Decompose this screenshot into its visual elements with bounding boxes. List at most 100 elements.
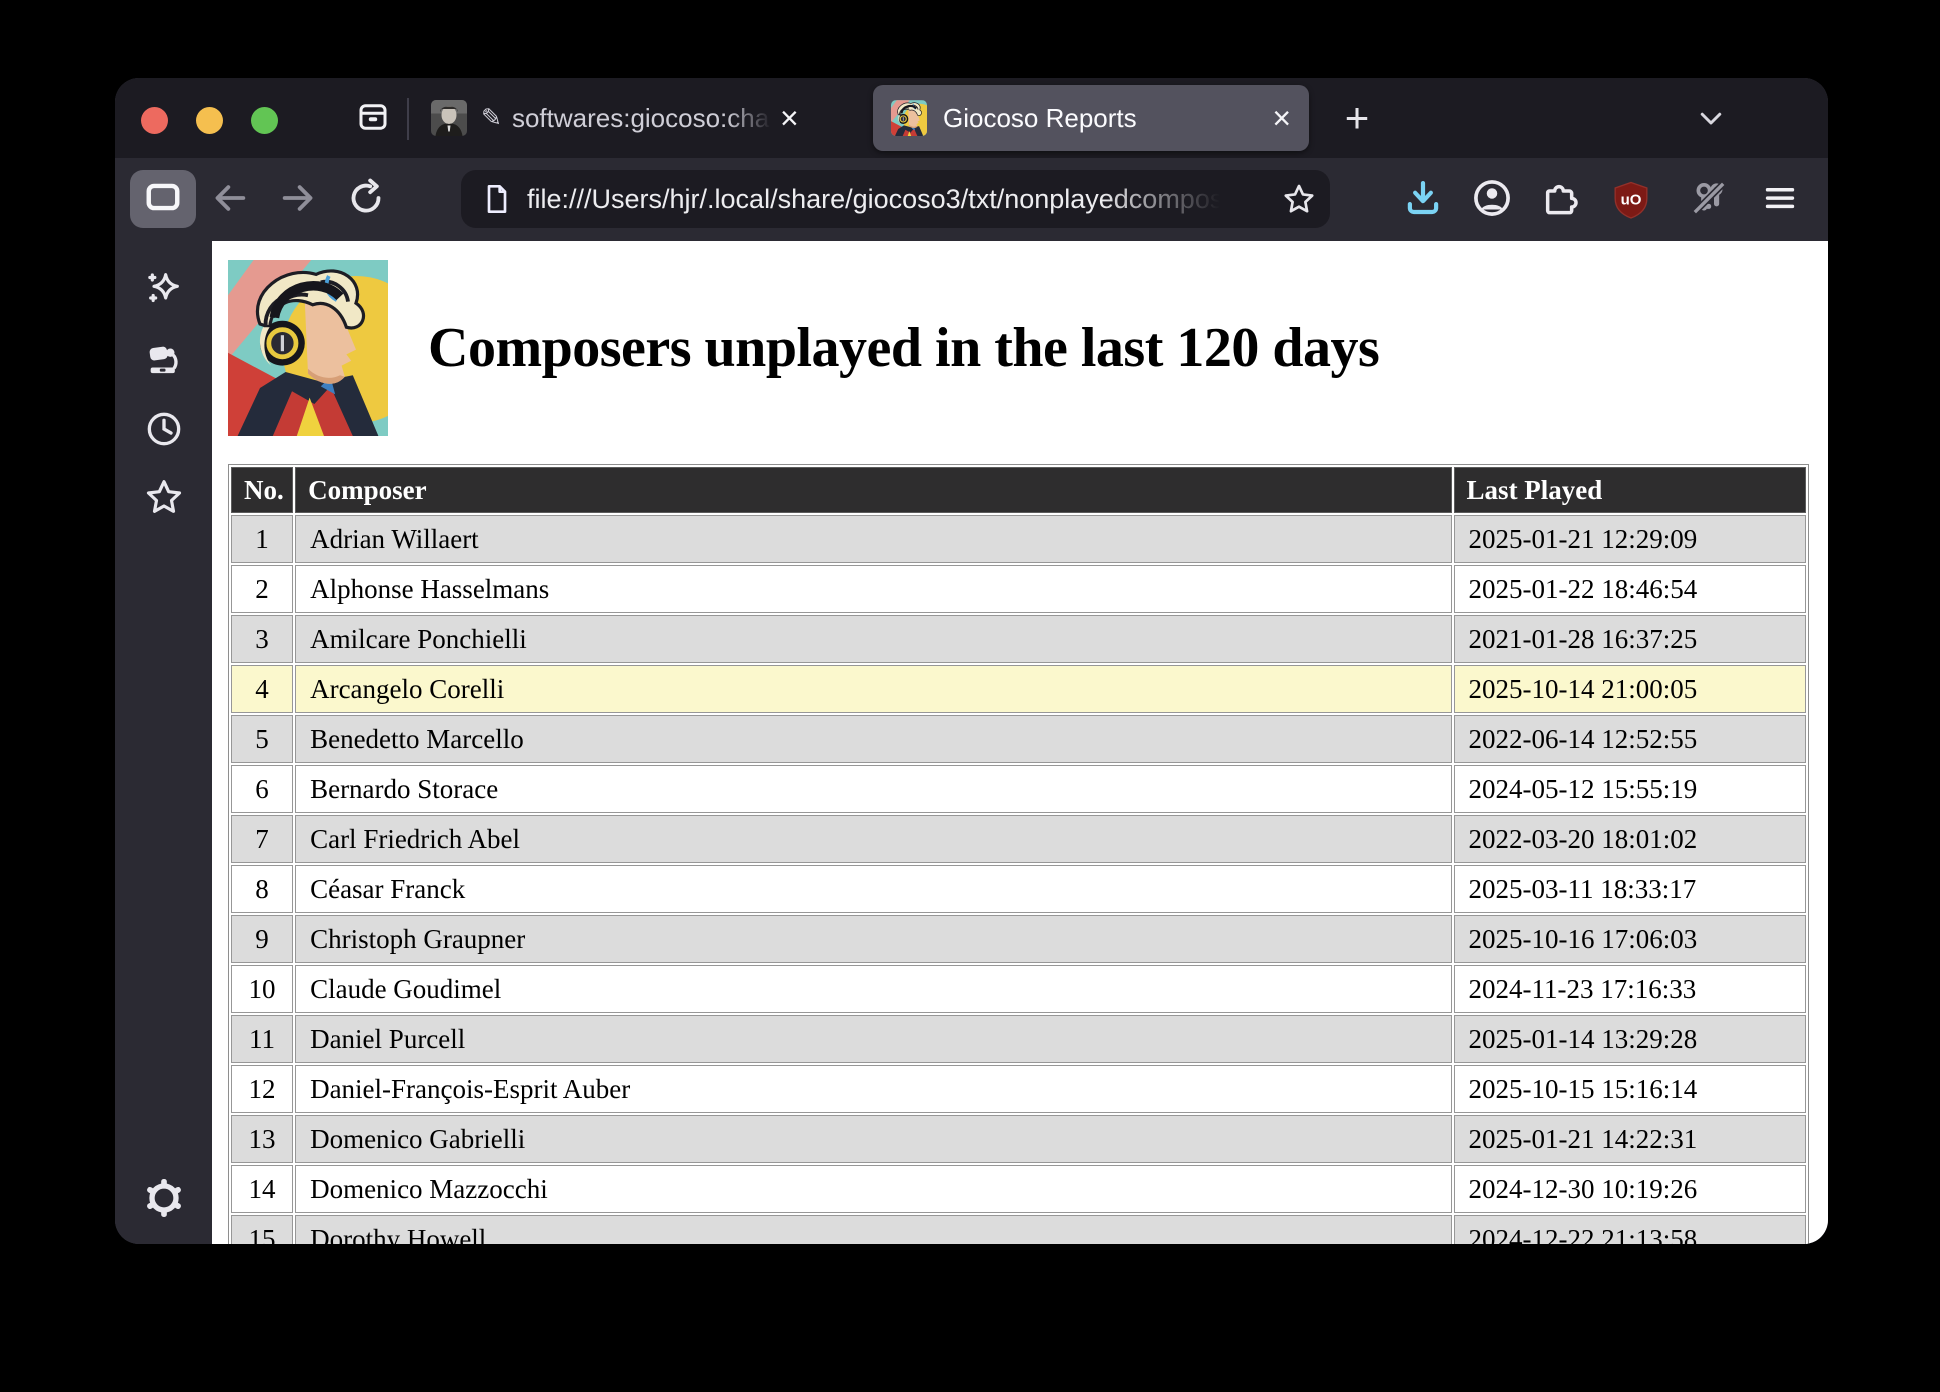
table-row: 12 Daniel-François-Esprit Auber 2025-10-15…: [231, 1065, 1806, 1113]
sidebar-settings-button[interactable]: [144, 1178, 184, 1218]
composer-name: Daniel-François-Esprit Auber: [295, 1065, 1452, 1113]
last-played: 2021-01-28 16:37:25: [1453, 615, 1806, 663]
composer-name: Claude Goudimel: [295, 965, 1452, 1013]
tab-favicon-giocoso: [891, 100, 927, 136]
account-icon: [1471, 177, 1513, 224]
table-row: 3 Amilcare Ponchielli 2021-01-28 16:37:25: [231, 615, 1806, 663]
new-tab-button[interactable]: +: [1331, 92, 1383, 144]
row-number: 14: [231, 1165, 294, 1213]
tab-strip-divider: [407, 98, 409, 140]
table-row: 13 Domenico Gabrielli 2025-01-21 14:22:31: [231, 1115, 1806, 1163]
back-arrow-icon: [210, 178, 250, 223]
last-played: 2025-01-14 13:29:28: [1453, 1015, 1806, 1063]
clock-icon: [147, 412, 181, 446]
last-played: 2025-10-14 21:00:05: [1453, 665, 1806, 713]
device-camera-icon: [149, 346, 178, 374]
archive-box-icon: [354, 99, 392, 140]
tab-title: softwares:giocoso:changelog: [511, 102, 774, 133]
table-row: 14 Domenico Mazzocchi 2024-12-30 10:19:26: [231, 1165, 1806, 1213]
keys-icon: [1689, 178, 1729, 223]
url-text: file:///Users/hjr/.local/share/giocoso3/…: [527, 183, 1224, 214]
last-played: 2024-11-23 17:16:33: [1453, 965, 1806, 1013]
last-played: 2025-10-16 17:06:03: [1453, 915, 1806, 963]
ublock-button[interactable]: uO: [1608, 177, 1654, 223]
list-all-tabs-button[interactable]: [1691, 102, 1731, 138]
table-row: 9 Christoph Graupner 2025-10-16 17:06:03: [231, 915, 1806, 963]
tab-changelog[interactable]: ✎ softwares:giocoso:changelog ×: [421, 85, 859, 151]
star-icon: [146, 480, 182, 513]
table-row: 5 Benedetto Marcello 2022-06-14 12:52:55: [231, 715, 1806, 763]
browser-window: ✎ softwares:giocoso:changelog × Giocoso …: [115, 78, 1828, 1244]
window-minimize-button[interactable]: [196, 107, 223, 134]
chevron-down-icon: [1694, 103, 1728, 138]
url-bar[interactable]: file:///Users/hjr/.local/share/giocoso3/…: [461, 170, 1330, 228]
row-number: 8: [231, 865, 294, 913]
bookmark-star-button[interactable]: [1282, 182, 1316, 216]
table-row: 10 Claude Goudimel 2024-11-23 17:16:33: [231, 965, 1806, 1013]
composer-name: Domenico Mazzocchi: [295, 1165, 1452, 1213]
window-close-button[interactable]: [141, 107, 168, 134]
extensions-button[interactable]: [1538, 177, 1584, 223]
history-button[interactable]: [144, 409, 184, 449]
sidebar-toggle-button[interactable]: [130, 170, 196, 228]
ai-chatbot-button[interactable]: [144, 268, 184, 308]
tab-close-icon[interactable]: ×: [774, 102, 805, 134]
table-row: 6 Bernardo Storace 2024-05-12 15:55:19: [231, 765, 1806, 813]
last-played: 2025-10-15 15:16:14: [1453, 1065, 1806, 1113]
tab-favicon-portrait: [431, 100, 467, 136]
table-header-row: No. Composer Last Played: [231, 467, 1806, 513]
beethoven-artwork-image: [228, 260, 388, 436]
table-row: 4 Arcangelo Corelli 2025-10-14 21:00:05: [231, 665, 1806, 713]
last-played: 2024-05-12 15:55:19: [1453, 765, 1806, 813]
composer-name: Benedetto Marcello: [295, 715, 1452, 763]
row-number: 2: [231, 565, 294, 613]
composer-name: Amilcare Ponchielli: [295, 615, 1452, 663]
page-title: Composers unplayed in the last 120 days: [428, 317, 1380, 379]
last-played: 2025-01-22 18:46:54: [1453, 565, 1806, 613]
column-header-last-played: Last Played: [1453, 467, 1806, 513]
window-zoom-button[interactable]: [251, 107, 278, 134]
tab-giocoso-reports[interactable]: Giocoso Reports ×: [873, 85, 1309, 151]
composer-name: Daniel Purcell: [295, 1015, 1452, 1063]
page-content: Composers unplayed in the last 120 days …: [212, 241, 1828, 1244]
puzzle-icon: [1541, 178, 1581, 223]
row-number: 11: [231, 1015, 294, 1063]
row-number: 15: [231, 1215, 294, 1244]
composers-table-body: 1 Adrian Willaert 2025-01-21 12:29:09 2 Alph…: [231, 515, 1806, 1244]
table-row: 7 Carl Friedrich Abel 2022-03-20 18:01:02: [231, 815, 1806, 863]
synced-tabs-button[interactable]: [144, 340, 184, 380]
password-extension-button[interactable]: [1686, 177, 1732, 223]
column-header-no: No.: [231, 467, 294, 513]
window-body: Composers unplayed in the last 120 days …: [115, 241, 1828, 1244]
last-played: 2024-12-30 10:19:26: [1453, 1165, 1806, 1213]
app-menu-button[interactable]: [1757, 177, 1803, 223]
ublock-badge-text: uO: [1621, 192, 1642, 209]
sparkle-icon: [152, 273, 179, 300]
reload-button[interactable]: [343, 177, 389, 223]
row-number: 1: [231, 515, 294, 563]
composer-name: Adrian Willaert: [295, 515, 1452, 563]
tab-title: Giocoso Reports: [943, 102, 1137, 133]
reload-icon: [346, 178, 386, 223]
tab-close-icon[interactable]: ×: [1266, 102, 1297, 134]
downloads-button[interactable]: [1400, 177, 1446, 223]
forward-button[interactable]: [275, 177, 321, 223]
tab-bar: ✎ softwares:giocoso:changelog × Giocoso …: [115, 78, 1828, 158]
pencil-icon: ✎: [481, 104, 502, 132]
last-played: 2024-12-22 21:13:58: [1453, 1215, 1806, 1244]
last-played: 2022-06-14 12:52:55: [1453, 715, 1806, 763]
bookmarks-button[interactable]: [144, 477, 184, 517]
sidebar-toggle-icon: [144, 181, 182, 218]
row-number: 10: [231, 965, 294, 1013]
table-row: 11 Daniel Purcell 2025-01-14 13:29:28: [231, 1015, 1806, 1063]
table-row: 8 Céasar Franck 2025-03-11 18:33:17: [231, 865, 1806, 913]
account-button[interactable]: [1469, 177, 1515, 223]
back-button[interactable]: [207, 177, 253, 223]
desktop: { "tabbar": { "tab1": { "pencil_icon": "…: [0, 0, 1940, 1392]
composer-name: Christoph Graupner: [295, 915, 1452, 963]
gear-icon: [147, 1179, 181, 1217]
sidebar-collapse-button[interactable]: [353, 100, 393, 138]
page-icon: [481, 182, 513, 216]
composer-name: Céasar Franck: [295, 865, 1452, 913]
composers-table: No. Composer Last Played 1 Adrian Willaer…: [228, 464, 1809, 1244]
